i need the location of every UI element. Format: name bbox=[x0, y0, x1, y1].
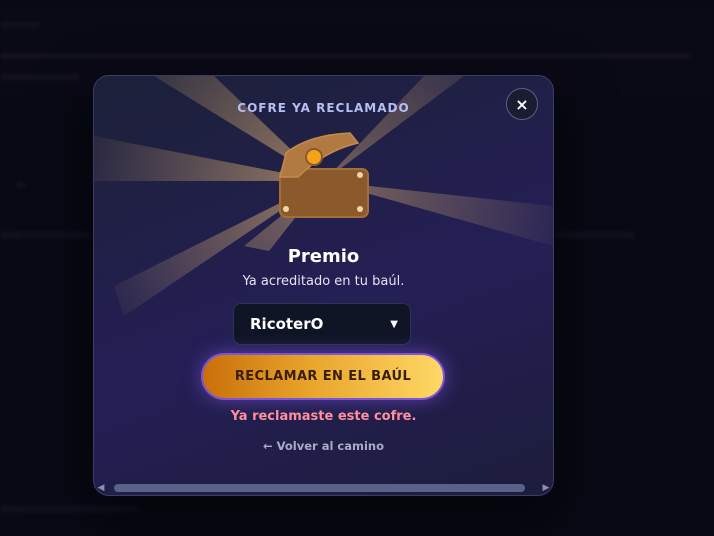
claim-to-chest-button[interactable]: RECLAMAR EN EL BAÚL bbox=[201, 353, 445, 400]
scrollbar-track[interactable] bbox=[108, 484, 539, 492]
scroll-right-icon[interactable]: ▶ bbox=[539, 483, 553, 493]
scrollbar-thumb[interactable] bbox=[114, 484, 525, 492]
treasure-chest-icon bbox=[279, 132, 369, 218]
chest-claimed-modal: COFRE YA RECLAMADO × Premio Ya acreditad… bbox=[93, 75, 554, 496]
scroll-left-icon[interactable]: ◀ bbox=[94, 483, 108, 493]
modal-title: COFRE YA RECLAMADO bbox=[237, 101, 410, 115]
back-to-path-link[interactable]: ← Volver al camino bbox=[94, 439, 553, 453]
chevron-down-icon: ▼ bbox=[390, 318, 398, 330]
close-button[interactable]: × bbox=[506, 88, 538, 120]
horizontal-scrollbar[interactable]: ◀ ▶ bbox=[94, 481, 553, 495]
already-claimed-status: Ya reclamaste este cofre. bbox=[230, 409, 417, 424]
account-select-value: RicoterO bbox=[250, 315, 324, 333]
prize-heading: Premio bbox=[287, 246, 360, 267]
prize-subtitle: Ya acreditado en tu baúl. bbox=[242, 274, 405, 289]
account-select[interactable]: RicoterO ▼ bbox=[233, 303, 411, 345]
close-icon: × bbox=[515, 94, 529, 114]
